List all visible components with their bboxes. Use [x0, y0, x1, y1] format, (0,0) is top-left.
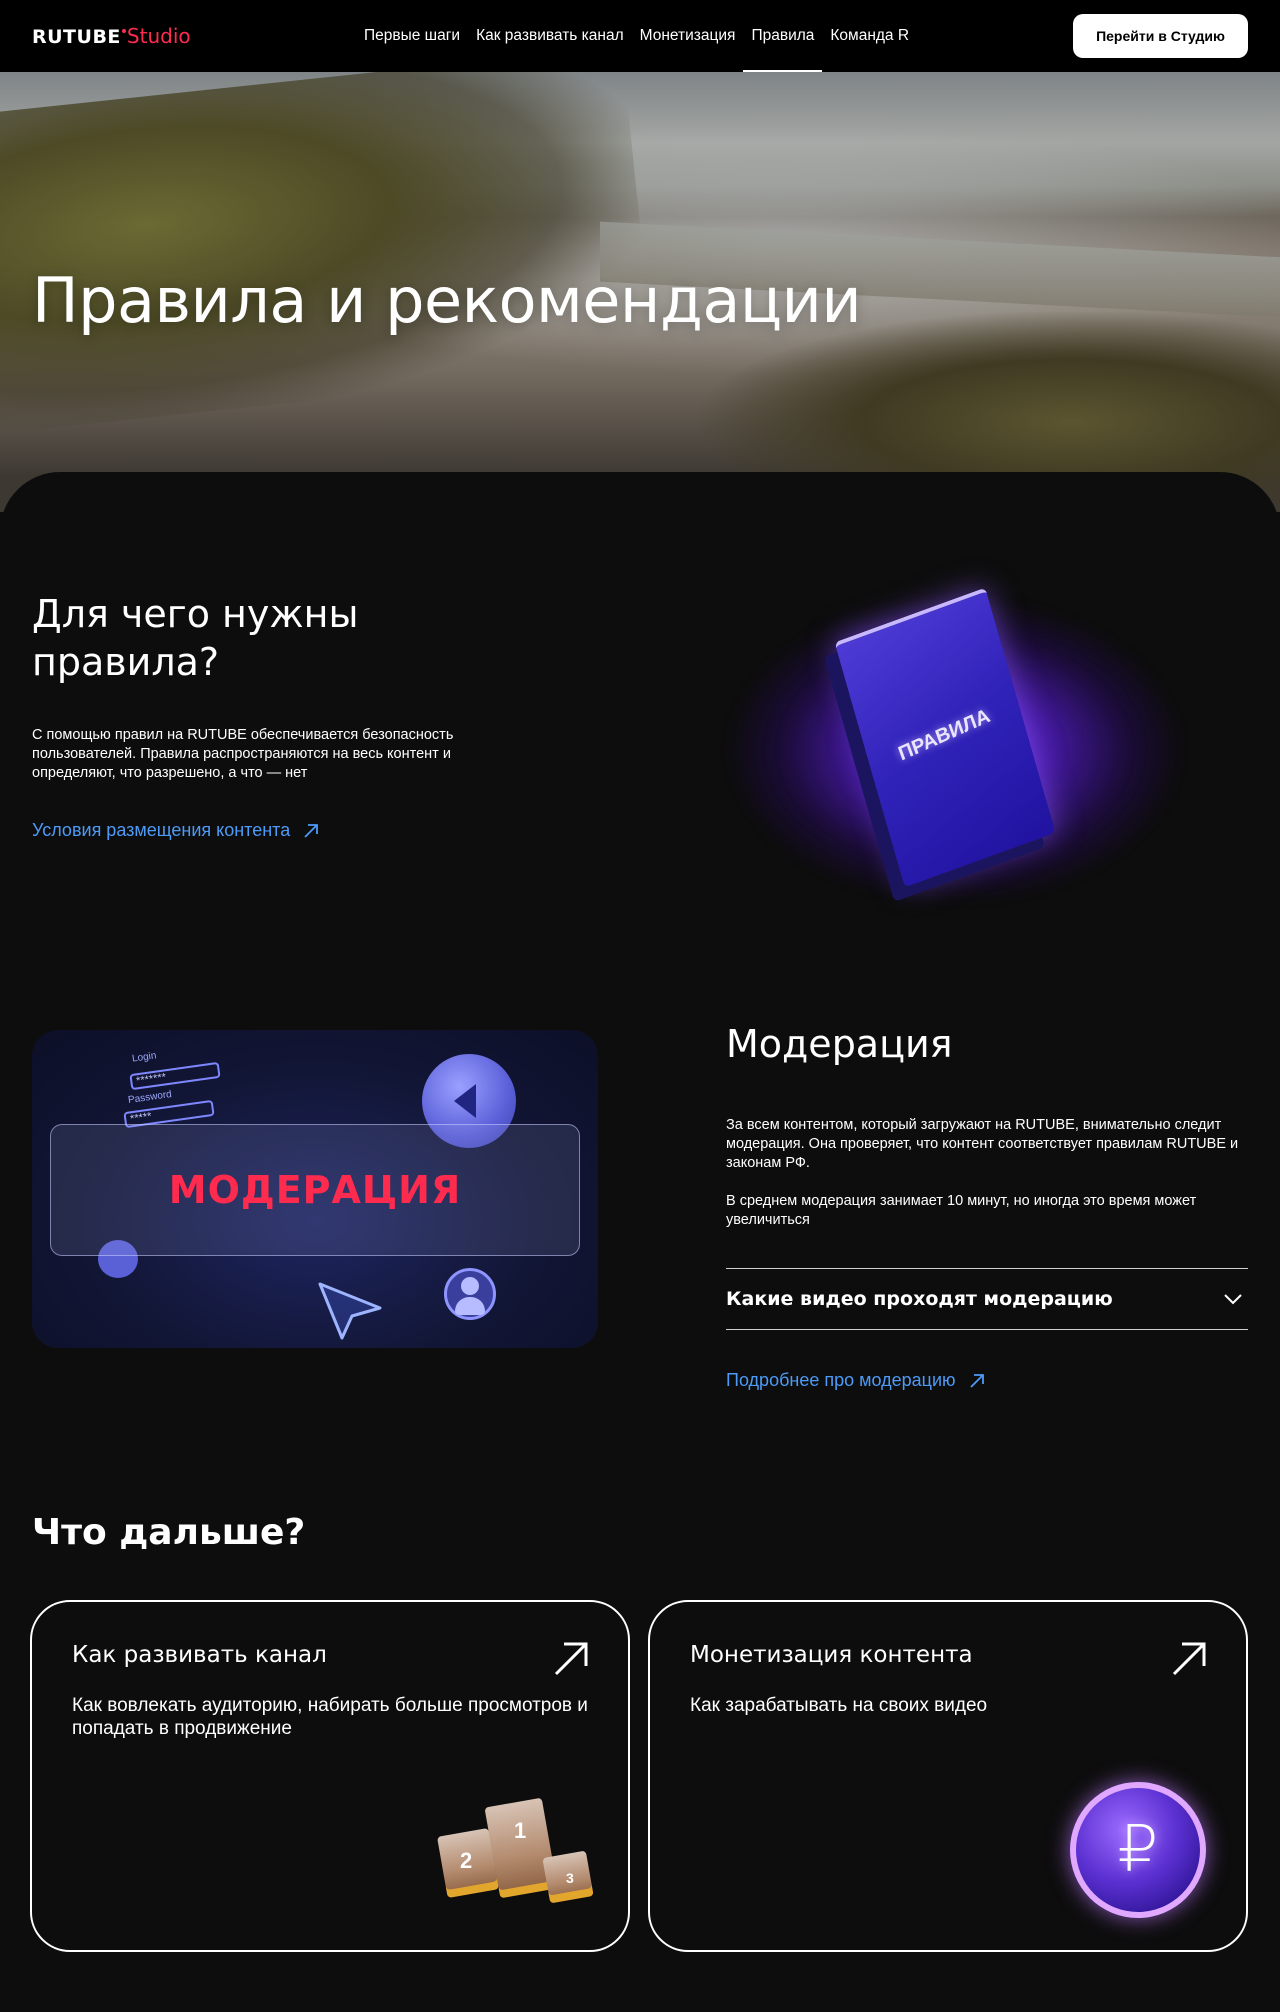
arrow-up-right-icon [969, 1373, 984, 1388]
moderation-more-link[interactable]: Подробнее про модерацию [726, 1370, 986, 1391]
podium-number: 3 [566, 1870, 574, 1886]
login-field-graphic: ******* [129, 1061, 221, 1091]
hero-banner: Правила и рекомендации [0, 72, 1280, 512]
next-section-title: Что дальше? [32, 1512, 306, 1553]
accordion-label: Какие видео проходят модерацию [726, 1288, 1113, 1310]
password-label: Password [127, 1088, 173, 1107]
card-title: Монетизация контента [690, 1642, 973, 1668]
arrow-up-right-icon [304, 823, 319, 838]
site-header: RUTUBE Studio Первые шаги Как развивать … [0, 0, 1280, 72]
rules-text: С помощью правил на RUTUBE обеспечиваетс… [32, 727, 454, 781]
main-nav: Первые шаги Как развивать канал Монетиза… [356, 0, 917, 72]
podium-number: 2 [460, 1848, 473, 1873]
card-text: Как вовлекать аудиторию, набирать больше… [72, 1695, 588, 1739]
book-label: ПРАВИЛА [895, 704, 993, 766]
logo[interactable]: RUTUBE Studio [32, 24, 191, 48]
chevron-down-icon [1224, 1294, 1242, 1305]
card-monetization[interactable]: Монетизация контента Как зарабатывать на… [648, 1600, 1248, 1952]
rules-book-illustration: ПРАВИЛА [720, 580, 1190, 910]
arrow-up-right-icon [554, 1642, 588, 1676]
user-icon [444, 1268, 496, 1320]
cursor-icon [318, 1282, 382, 1340]
go-to-studio-button[interactable]: Перейти в Студию [1073, 14, 1248, 58]
nav-first-steps[interactable]: Первые шаги [356, 0, 468, 72]
moderation-glass-panel: МОДЕРАЦИЯ [50, 1124, 580, 1256]
coin-symbol: ₽ [1117, 1813, 1159, 1887]
nav-monetization[interactable]: Монетизация [632, 0, 744, 72]
nav-rules[interactable]: Правила [743, 0, 823, 72]
logo-sub: Studio [126, 24, 191, 48]
moderation-title: Модерация [726, 1022, 953, 1066]
page-title: Правила и рекомендации [32, 264, 862, 337]
logo-dot [121, 29, 126, 33]
card-text: Как зарабатывать на своих видео [690, 1695, 988, 1716]
ruble-coin-icon: ₽ [1070, 1782, 1206, 1918]
moderation-text: За всем контентом, который загружают на … [726, 1116, 1246, 1230]
moderation-paragraph-1: За всем контентом, который загружают на … [726, 1117, 1239, 1171]
logo-main: RUTUBE [32, 26, 121, 48]
podium-illustration: 2 1 3 [437, 1792, 594, 1922]
moderation-illustration: Login ******* Password ***** МОДЕРАЦИЯ [32, 1030, 598, 1348]
card-grow-channel[interactable]: Как развивать канал Как вовлекать аудито… [30, 1600, 630, 1952]
card-title: Как развивать канал [72, 1642, 327, 1668]
nav-team-r[interactable]: Команда R [822, 0, 917, 72]
moderation-videos-accordion[interactable]: Какие видео проходят модерацию [726, 1268, 1248, 1330]
moderation-paragraph-2: В среднем модерация занимает 10 минут, н… [726, 1193, 1197, 1228]
content-terms-link[interactable]: Условия размещения контента [32, 820, 320, 841]
content-terms-link-label: Условия размещения контента [32, 820, 291, 840]
login-label: Login [131, 1050, 158, 1065]
hero-dune-left [0, 72, 655, 438]
rules-title: Для чего нужны правила? [32, 592, 359, 684]
podium-number: 1 [514, 1818, 527, 1843]
moderation-more-link-label: Подробнее про модерацию [726, 1370, 956, 1390]
nav-grow-channel[interactable]: Как развивать канал [468, 0, 632, 72]
arrow-up-right-icon [1172, 1642, 1206, 1676]
moderation-image-text: МОДЕРАЦИЯ [168, 1168, 462, 1212]
